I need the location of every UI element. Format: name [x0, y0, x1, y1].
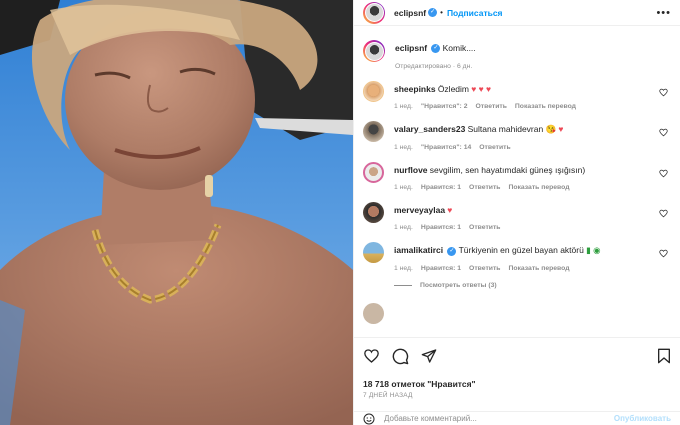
caption-text: Komik.... — [442, 43, 476, 53]
comment-item: nurflove sevgilim, sen hayatımdaki güneş… — [363, 162, 671, 191]
caption-meta: Отредактировано · 6 дн. — [395, 63, 473, 71]
bookmark-icon[interactable] — [657, 348, 671, 364]
comment-emoji: ♥ — [447, 205, 453, 216]
reply-button[interactable]: Ответить — [475, 103, 506, 110]
comment-emoji: 😘 ♥ — [545, 124, 564, 135]
comment-emoji: ▮ ◉ — [586, 245, 601, 256]
comment-time[interactable]: 1 нед. — [394, 103, 413, 110]
publish-button[interactable]: Опубликовать — [614, 414, 671, 423]
view-replies-button[interactable]: Посмотреть ответы (3) — [394, 282, 671, 289]
comment-icon[interactable] — [392, 348, 409, 365]
post-photo — [0, 0, 353, 425]
commenter-avatar[interactable] — [363, 202, 384, 224]
comment-item: merveyaylaa ♥ 1 нед. Нравится: 1 Ответит… — [363, 202, 671, 231]
like-comment-heart-icon[interactable] — [659, 169, 668, 178]
reply-button[interactable]: Ответить — [469, 224, 500, 231]
comment-likes[interactable]: "Нравится": 2 — [421, 103, 468, 110]
emoji-icon[interactable] — [363, 413, 375, 425]
reply-button[interactable]: Ответить — [479, 144, 510, 151]
comment-text: sevgilim, sen hayatımdaki güneş ışığısın… — [429, 165, 586, 176]
comment-text: Özledim — [437, 84, 469, 95]
like-heart-icon[interactable] — [363, 348, 380, 364]
likes-count[interactable]: 18 718 отметок "Нравится" — [363, 379, 671, 389]
comment-username[interactable]: sheepinks — [394, 84, 436, 94]
caption: eclipsnf ✓ Komik.... Отредактировано · 6… — [363, 40, 671, 70]
comment-input[interactable]: Добавьте комментарий... — [384, 414, 477, 423]
comment-text: Türkiyenin en güzel bayan aktörü — [458, 245, 584, 256]
commenter-avatar[interactable] — [363, 162, 384, 184]
caption-username[interactable]: eclipsnf — [395, 43, 427, 53]
separator-dot: • — [440, 8, 443, 17]
author-avatar[interactable] — [363, 1, 385, 24]
comment-username[interactable]: nurflove — [394, 165, 428, 175]
comment-time[interactable]: 1 нед. — [394, 144, 413, 151]
author-username[interactable]: eclipsnf — [394, 8, 426, 18]
comment-item: valary_sanders23 Sultana mahidevran 😘 ♥ … — [363, 121, 671, 151]
comment-username[interactable]: valary_sanders23 — [394, 124, 465, 134]
translate-button[interactable]: Показать перевод — [508, 265, 569, 272]
verified-icon: ✓ — [428, 8, 438, 17]
comment-item-partial — [363, 303, 671, 325]
comment-time[interactable]: 1 нед. — [394, 224, 413, 231]
author-avatar-small[interactable] — [363, 40, 385, 62]
post-header: eclipsnf ✓ • Подписаться ••• — [354, 0, 680, 26]
verified-icon: ✓ — [447, 246, 457, 256]
like-comment-heart-icon[interactable] — [659, 88, 668, 97]
comment-time[interactable]: 1 нед. — [394, 184, 413, 191]
verified-icon: ✓ — [431, 44, 441, 54]
comment-item: sheepinks Özledim ♥ ♥ ♥ 1 нед. "Нравится… — [363, 81, 671, 110]
reply-button[interactable]: Ответить — [469, 265, 500, 272]
comment-text: Sultana mahidevran — [467, 124, 544, 135]
translate-button[interactable]: Показать перевод — [515, 103, 576, 110]
translate-button[interactable]: Показать перевод — [508, 184, 569, 191]
post-date: 7 ДНЕЙ НАЗАД — [363, 392, 413, 399]
more-icon[interactable]: ••• — [656, 7, 671, 19]
commenter-avatar[interactable] — [363, 81, 384, 103]
comment-username[interactable]: iamalikatirci — [394, 245, 443, 255]
comment-item: iamalikatirci ✓ Türkiyenin en güzel baya… — [363, 242, 671, 272]
comment-likes[interactable]: Нравится: 1 — [421, 265, 461, 272]
post-actions: 18 718 отметок "Нравится" 7 ДНЕЙ НАЗАД — [354, 337, 680, 399]
share-icon[interactable] — [421, 348, 437, 364]
comment-likes[interactable]: Нравится: 1 — [421, 184, 461, 191]
selfie-image — [0, 0, 353, 425]
commenter-avatar[interactable] — [363, 121, 384, 143]
reply-button[interactable]: Ответить — [469, 184, 500, 191]
comment-username[interactable]: merveyaylaa — [394, 205, 445, 215]
post-panel: eclipsnf ✓ • Подписаться ••• eclipsnf ✓ … — [353, 0, 680, 425]
like-comment-heart-icon[interactable] — [659, 128, 668, 137]
comment-likes[interactable]: Нравится: 1 — [421, 224, 461, 231]
commenter-avatar[interactable] — [363, 303, 384, 325]
follow-button[interactable]: Подписаться — [447, 8, 503, 18]
like-comment-heart-icon[interactable] — [659, 249, 668, 258]
comment-time[interactable]: 1 нед. — [394, 265, 413, 272]
like-comment-heart-icon[interactable] — [659, 209, 668, 218]
add-comment-bar: Добавьте комментарий... Опубликовать — [354, 411, 680, 425]
commenter-avatar[interactable] — [363, 242, 384, 264]
comment-emoji: ♥ ♥ ♥ — [471, 84, 492, 95]
comments-list[interactable]: eclipsnf ✓ Komik.... Отредактировано · 6… — [354, 27, 680, 336]
comment-likes[interactable]: "Нравится": 14 — [421, 144, 471, 151]
